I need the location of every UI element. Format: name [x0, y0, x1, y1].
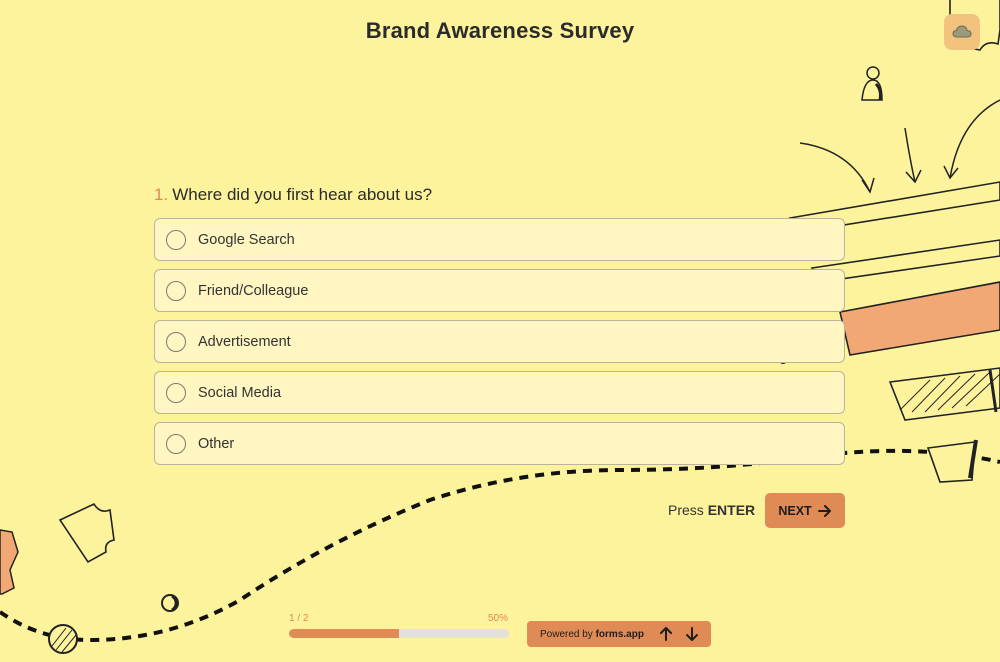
option-label: Other	[198, 435, 235, 452]
next-label: NEXT	[778, 503, 812, 518]
progress-percent: 50%	[488, 613, 509, 624]
progress-bar	[289, 629, 509, 638]
question-text: Where did you first hear about us?	[172, 185, 433, 204]
press-prefix: Press	[668, 502, 704, 518]
next-question-button[interactable]	[679, 621, 705, 647]
option-social-media[interactable]: Social Media	[154, 371, 845, 414]
radio-button[interactable]	[166, 331, 186, 352]
progress-fill	[289, 629, 399, 638]
option-label: Friend/Colleague	[198, 282, 309, 299]
powered-by[interactable]: Powered by forms.app	[540, 629, 644, 640]
question-heading: 1. Where did you first hear about us?	[154, 185, 432, 205]
powered-brand: forms.app	[595, 628, 644, 640]
question-number: 1.	[154, 185, 169, 204]
arrow-up-icon	[660, 627, 672, 641]
option-label: Google Search	[198, 231, 295, 248]
progress-step: 1 / 2	[289, 613, 309, 624]
next-button[interactable]: NEXT	[765, 493, 845, 528]
option-other[interactable]: Other	[154, 422, 845, 465]
option-friend-colleague[interactable]: Friend/Colleague	[154, 269, 845, 312]
option-label: Social Media	[198, 384, 282, 401]
arrow-right-icon	[817, 504, 831, 517]
radio-button[interactable]	[166, 433, 186, 454]
radio-button[interactable]	[166, 382, 186, 403]
previous-question-button[interactable]	[653, 621, 679, 647]
radio-button[interactable]	[166, 280, 186, 301]
survey-title: Brand Awareness Survey	[365, 18, 635, 43]
option-label: Advertisement	[198, 333, 291, 350]
radio-button[interactable]	[166, 229, 186, 250]
powered-prefix: Powered by	[540, 628, 593, 640]
option-advertisement[interactable]: Advertisement	[154, 320, 845, 363]
arrow-down-icon	[686, 627, 698, 641]
option-google-search[interactable]: Google Search	[154, 218, 845, 261]
answer-options: Google Search Friend/Colleague Advertise…	[154, 218, 845, 473]
cloud-icon	[944, 14, 980, 50]
footer-bar: Powered by forms.app	[527, 621, 711, 647]
press-key: ENTER	[707, 502, 756, 518]
press-enter-hint: Press ENTER	[668, 502, 755, 518]
